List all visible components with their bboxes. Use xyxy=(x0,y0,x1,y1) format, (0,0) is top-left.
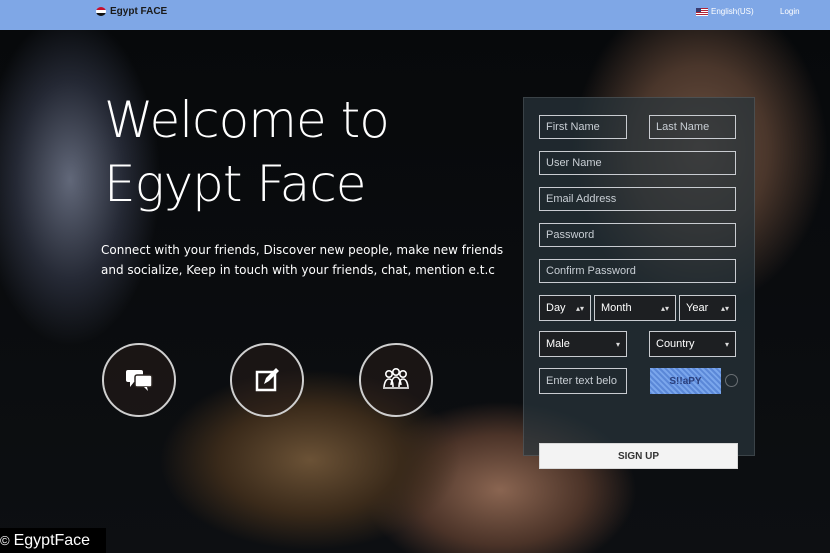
month-select-value: Month xyxy=(601,302,632,314)
top-navigation-bar: Egypt FACE English(US) Login xyxy=(0,0,830,30)
hero-banner: Welcome to Egypt Face Connect with your … xyxy=(0,30,830,553)
brand-logo[interactable]: Egypt FACE xyxy=(96,6,167,17)
hero-tagline: Connect with your friends, Discover new … xyxy=(101,240,521,280)
hero-title: Welcome to Egypt Face xyxy=(104,88,390,216)
us-flag-icon xyxy=(696,7,708,16)
captcha-text: S!!aPY xyxy=(669,375,702,387)
confirm-password-input[interactable] xyxy=(539,259,736,283)
chat-bubbles-icon xyxy=(126,370,153,391)
hero-title-line-1: Welcome to xyxy=(104,91,390,149)
gender-select[interactable]: Male ▾ xyxy=(539,331,627,357)
email-input[interactable] xyxy=(539,187,736,211)
country-select-value: Country xyxy=(656,338,695,350)
feature-chat[interactable] xyxy=(102,343,176,417)
chevron-down-icon: ▴▾ xyxy=(720,303,729,313)
egypt-flag-icon xyxy=(96,7,106,16)
chevron-down-icon: ▴▾ xyxy=(660,303,669,313)
language-selector[interactable]: English(US) xyxy=(696,7,754,16)
gender-select-value: Male xyxy=(546,338,570,350)
year-select[interactable]: Year ▴▾ xyxy=(679,295,736,321)
language-label: English(US) xyxy=(711,7,754,16)
captcha-input[interactable] xyxy=(539,368,627,394)
people-group-icon xyxy=(383,368,409,389)
feature-people[interactable] xyxy=(359,343,433,417)
hero-tagline-line-2: and socialize, Keep in touch with your f… xyxy=(101,263,495,277)
last-name-input[interactable] xyxy=(649,115,736,139)
feature-post[interactable] xyxy=(230,343,304,417)
brand-name: Egypt FACE xyxy=(110,6,168,17)
edit-note-icon xyxy=(255,368,279,392)
login-link[interactable]: Login xyxy=(780,7,800,16)
watermark: © EgyptFace xyxy=(0,528,106,553)
signup-button[interactable]: SIGN UP xyxy=(539,443,738,469)
day-select-value: Day xyxy=(546,302,566,314)
refresh-captcha-icon[interactable] xyxy=(725,374,738,387)
chevron-down-icon: ▾ xyxy=(615,339,620,349)
country-select[interactable]: Country ▾ xyxy=(649,331,736,357)
hero-title-line-2: Egypt Face xyxy=(104,155,366,213)
hero-tagline-line-1: Connect with your friends, Discover new … xyxy=(101,243,504,257)
first-name-input[interactable] xyxy=(539,115,627,139)
password-input[interactable] xyxy=(539,223,736,247)
signup-form: Day ▴▾ Month ▴▾ Year ▴▾ Male ▾ Country ▾… xyxy=(523,97,755,469)
month-select[interactable]: Month ▴▾ xyxy=(594,295,676,321)
username-input[interactable] xyxy=(539,151,736,175)
year-select-value: Year xyxy=(686,302,709,314)
copyright-icon: © xyxy=(0,533,10,548)
day-select[interactable]: Day ▴▾ xyxy=(539,295,591,321)
captcha-image: S!!aPY xyxy=(650,368,721,394)
watermark-text: EgyptFace xyxy=(13,531,91,549)
chevron-down-icon: ▴▾ xyxy=(575,303,584,313)
chevron-down-icon: ▾ xyxy=(724,339,729,349)
